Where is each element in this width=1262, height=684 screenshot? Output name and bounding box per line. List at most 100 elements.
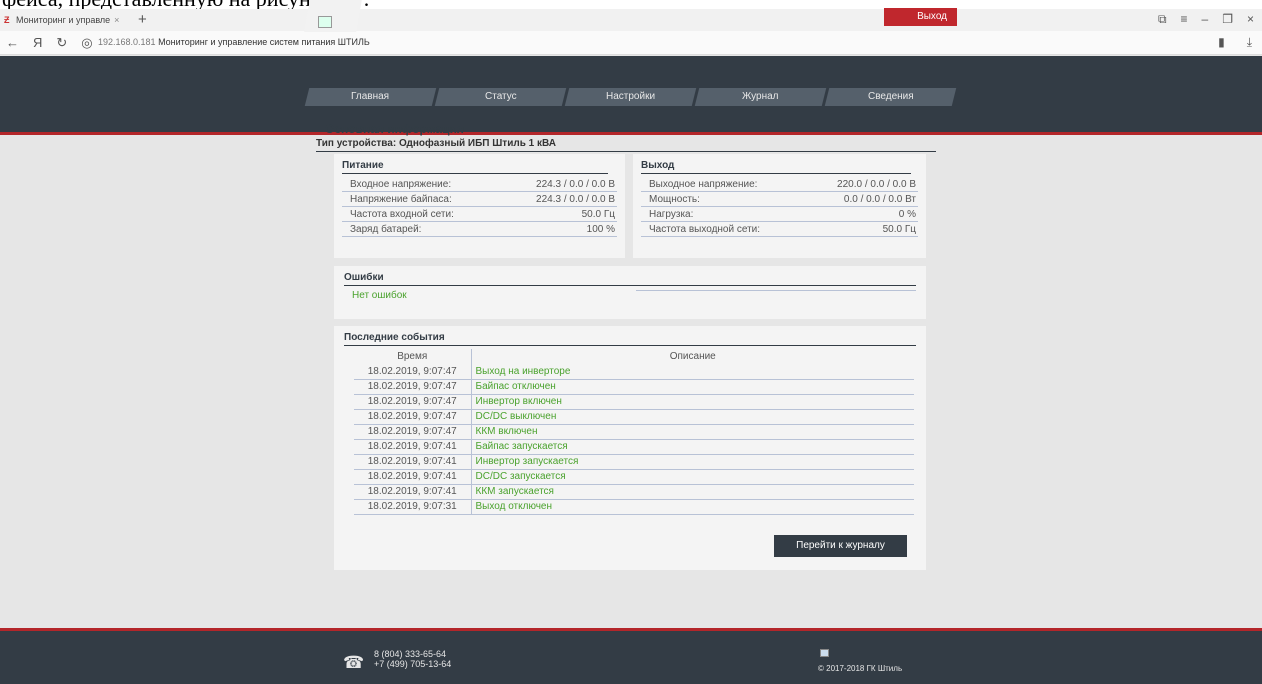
table-row: 18.02.2019, 9:07:47 Выход на инверторе — [354, 364, 914, 380]
power-row: Заряд батарей: 100 % — [342, 222, 617, 237]
power-row-label: Заряд батарей: — [350, 224, 422, 235]
output-row: Нагрузка: 0 % — [641, 207, 918, 222]
broken-image-icon — [318, 16, 332, 28]
table-row: 18.02.2019, 9:07:41 ККМ запускается — [354, 484, 914, 500]
output-row-label: Нагрузка: — [649, 209, 694, 220]
event-description: Байпас запускается — [471, 439, 914, 455]
site-footer: ☎ 8 (804) 333-65-64 +7 (499) 705-13-64 ©… — [0, 628, 1262, 684]
event-time: 18.02.2019, 9:07:41 — [354, 484, 472, 500]
site-info-icon[interactable]: ◎ — [81, 35, 92, 51]
menu-icon[interactable]: ≡ — [1181, 12, 1188, 27]
copyright: © 2017-2018 ГК Штиль — [818, 664, 903, 673]
power-row-value: 50.0 Гц — [581, 209, 615, 220]
url-host: 192.168.0.181 — [98, 37, 156, 47]
logo — [304, 0, 362, 32]
event-time: 18.02.2019, 9:07:47 — [354, 409, 472, 425]
new-tab-button[interactable]: + — [138, 11, 147, 28]
events-table: Время Описание 18.02.2019, 9:07:47 Выход … — [354, 349, 914, 515]
event-description: DC/DC запускается — [471, 469, 914, 485]
table-row: 18.02.2019, 9:07:47 DC/DC выключен — [354, 409, 914, 425]
errors-panel-title: Ошибки — [344, 272, 916, 286]
errors-text: Нет ошибок — [352, 290, 407, 301]
power-row: Напряжение байпаса: 224.3 / 0.0 / 0.0 В — [342, 192, 617, 207]
output-row-label: Мощность: — [649, 194, 700, 205]
tab-status[interactable]: Статус — [434, 88, 567, 106]
main-nav: Главная Статус Настройки Журнал Сведения — [304, 88, 957, 106]
window-controls: ⧉ ≡ – ❐ × — [1158, 12, 1254, 27]
output-row: Частота выходной сети: 50.0 Гц — [641, 222, 918, 237]
tab-journal[interactable]: Журнал — [694, 88, 827, 106]
output-row-label: Выходное напряжение: — [649, 179, 758, 190]
event-description: Инвертор запускается — [471, 454, 914, 470]
url-field[interactable]: 192.168.0.181 Мониторинг и управление си… — [98, 37, 370, 47]
tabs-icon[interactable]: ⧉ — [1158, 12, 1167, 27]
phone-numbers: 8 (804) 333-65-64 +7 (499) 705-13-64 — [374, 649, 451, 669]
page-title: Основная информация — [325, 122, 464, 136]
event-description: Выход отключен — [471, 499, 914, 515]
table-row: 18.02.2019, 9:07:41 DC/DC запускается — [354, 469, 914, 485]
power-row-label: Входное напряжение: — [350, 179, 452, 190]
table-row: 18.02.2019, 9:07:47 Байпас отключен — [354, 379, 914, 395]
column-header-time: Время — [354, 349, 472, 364]
table-row: 18.02.2019, 9:07:41 Байпас запускается — [354, 439, 914, 455]
output-row-value: 0.0 / 0.0 / 0.0 Вт — [843, 194, 916, 205]
title-divider — [316, 151, 936, 152]
bookmark-icon[interactable]: ▮ — [1218, 35, 1225, 50]
phone-primary: 8 (804) 333-65-64 — [374, 649, 447, 659]
yandex-icon[interactable]: Я — [33, 35, 42, 51]
tab-title: Мониторинг и управле — [16, 15, 111, 25]
event-description: DC/DC выключен — [471, 409, 914, 425]
download-icon[interactable]: ⤓ — [1247, 35, 1252, 50]
power-row-label: Частота входной сети: — [350, 209, 454, 220]
phone-secondary: +7 (499) 705-13-64 — [374, 659, 452, 669]
tab-info-label: Сведения — [867, 91, 914, 102]
close-window-icon[interactable]: × — [1247, 12, 1254, 27]
minimize-icon[interactable]: – — [1202, 12, 1209, 27]
output-panel: Выход Выходное напряжение: 220.0 / 0.0 / … — [633, 154, 926, 258]
power-row-value: 224.3 / 0.0 / 0.0 В — [536, 194, 615, 205]
tab-close-icon[interactable]: × — [114, 15, 119, 25]
events-panel-title: Последние события — [344, 332, 916, 346]
event-description: Байпас отключен — [471, 379, 914, 395]
device-type: Тип устройства: Однофазный ИБП Штиль 1 к… — [316, 138, 556, 149]
event-description: Выход на инверторе — [471, 364, 914, 380]
tab-home[interactable]: Главная — [304, 88, 437, 106]
reload-icon[interactable]: ↻ — [56, 35, 67, 51]
table-row: 18.02.2019, 9:07:31 Выход отключен — [354, 499, 914, 515]
tab-info[interactable]: Сведения — [824, 88, 957, 106]
events-panel: Последние события Время Описание 18.02.2… — [334, 326, 926, 570]
event-time: 18.02.2019, 9:07:47 — [354, 379, 472, 395]
event-time: 18.02.2019, 9:07:47 — [354, 424, 472, 440]
output-row-value: 50.0 Гц — [882, 224, 916, 235]
errors-divider — [636, 290, 916, 291]
tab-journal-label: Журнал — [742, 91, 779, 102]
power-row-label: Напряжение байпаса: — [350, 194, 452, 205]
browser-tab-bar: Ƶ Мониторинг и управле × + ⧉ ≡ – ❐ × — [0, 9, 1262, 31]
column-header-description: Описание — [669, 351, 716, 362]
url-page-title: Мониторинг и управление систем питания Ш… — [158, 37, 370, 47]
go-to-journal-button[interactable]: Перейти к журналу — [774, 535, 907, 557]
restore-icon[interactable]: ❐ — [1222, 12, 1233, 27]
browser-tab[interactable]: Ƶ Мониторинг и управле × — [0, 9, 134, 31]
address-bar-actions: ▮ ⤓ — [1218, 35, 1252, 50]
broken-image-icon — [820, 649, 829, 657]
event-time: 18.02.2019, 9:07:41 — [354, 439, 472, 455]
tab-settings[interactable]: Настройки — [564, 88, 697, 106]
event-description: ККМ включен — [471, 424, 914, 440]
power-panel: Питание Входное напряжение: 224.3 / 0.0 /… — [334, 154, 625, 258]
output-row: Выходное напряжение: 220.0 / 0.0 / 0.0 В — [641, 177, 918, 192]
table-row: 18.02.2019, 9:07:47 ККМ включен — [354, 424, 914, 440]
event-time: 18.02.2019, 9:07:41 — [354, 454, 472, 470]
tab-status-label: Статус — [484, 91, 517, 102]
event-time: 18.02.2019, 9:07:31 — [354, 499, 472, 515]
exit-button[interactable]: Выход — [884, 8, 957, 26]
output-row-value: 220.0 / 0.0 / 0.0 В — [837, 179, 916, 190]
caption-fragment: фейса, представленную на рисунке 2.7. — [0, 0, 1262, 9]
back-icon[interactable]: ← — [6, 35, 19, 51]
phone-icon: ☎ — [343, 653, 365, 672]
table-row: 18.02.2019, 9:07:41 Инвертор запускается — [354, 454, 914, 470]
output-row: Мощность: 0.0 / 0.0 / 0.0 Вт — [641, 192, 918, 207]
output-row-label: Частота выходной сети: — [649, 224, 761, 235]
site-favicon-icon: Ƶ — [4, 14, 10, 25]
output-row-value: 0 % — [898, 209, 916, 220]
